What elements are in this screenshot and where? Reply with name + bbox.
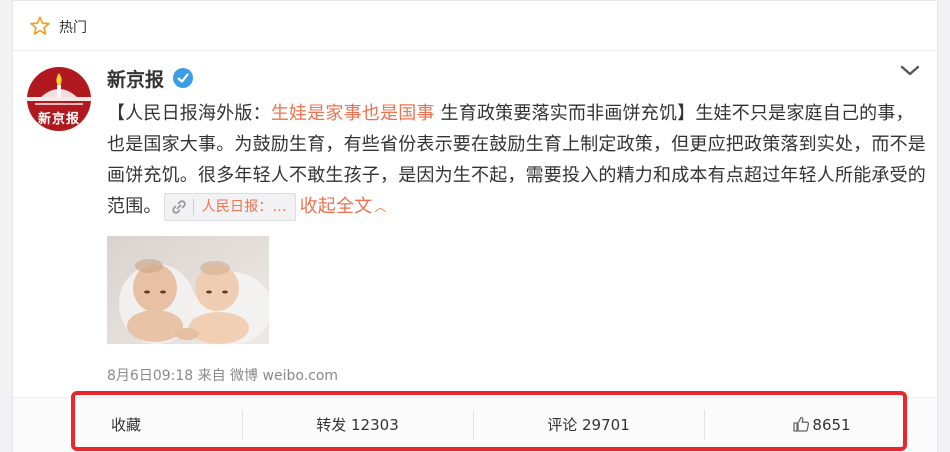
action-bar: 收藏 转发 12303 评论 29701 8651 bbox=[13, 397, 937, 452]
verified-badge-icon bbox=[173, 68, 193, 88]
babies-photo-image bbox=[107, 236, 269, 344]
post-meta: 8月6日09:18 来自 微博 weibo.com bbox=[107, 368, 339, 384]
post-text: 【人民日报海外版：生娃是家事也是国事 生育政策要落实而非画饼充饥】生娃不只是家庭… bbox=[107, 98, 927, 223]
collapse-label: 收起全文 bbox=[299, 196, 373, 217]
comment-button[interactable]: 评论 29701 bbox=[473, 398, 704, 452]
source-link-card[interactable]: 人民日报：... bbox=[163, 193, 296, 221]
chevron-down-icon[interactable] bbox=[899, 63, 921, 79]
like-count: 8651 bbox=[812, 416, 851, 434]
hot-section-header: 热门 bbox=[13, 1, 937, 51]
avatar-wordmark: 新京报 bbox=[37, 112, 80, 127]
thumbs-up-icon bbox=[793, 416, 810, 432]
hot-label: 热门 bbox=[59, 20, 87, 36]
weibo-post-card: 热门 新京报 新京报 【人民日报海外版：生娃是家事也是国事 生育政策要落实而非画… bbox=[12, 0, 938, 452]
avatar[interactable]: 新京报 bbox=[27, 67, 91, 131]
collapse-text-button[interactable]: 收起全文 ︿ bbox=[300, 196, 387, 217]
repost-button[interactable]: 转发 12303 bbox=[242, 398, 473, 452]
post-photo[interactable] bbox=[107, 236, 269, 344]
star-outline-icon bbox=[30, 16, 50, 35]
like-button[interactable]: 8651 bbox=[704, 398, 939, 452]
topic-link[interactable]: 生娃是家事也是国事 bbox=[271, 103, 435, 124]
account-name[interactable]: 新京报 bbox=[107, 65, 164, 92]
link-separator bbox=[192, 199, 194, 215]
post-text-lead: 【人民日报海外版： bbox=[107, 103, 271, 124]
favorite-button[interactable]: 收藏 bbox=[13, 398, 242, 452]
caret-up-icon: ︿ bbox=[374, 199, 387, 214]
link-icon bbox=[171, 200, 186, 214]
link-card-label: 人民日报：... bbox=[201, 199, 287, 215]
